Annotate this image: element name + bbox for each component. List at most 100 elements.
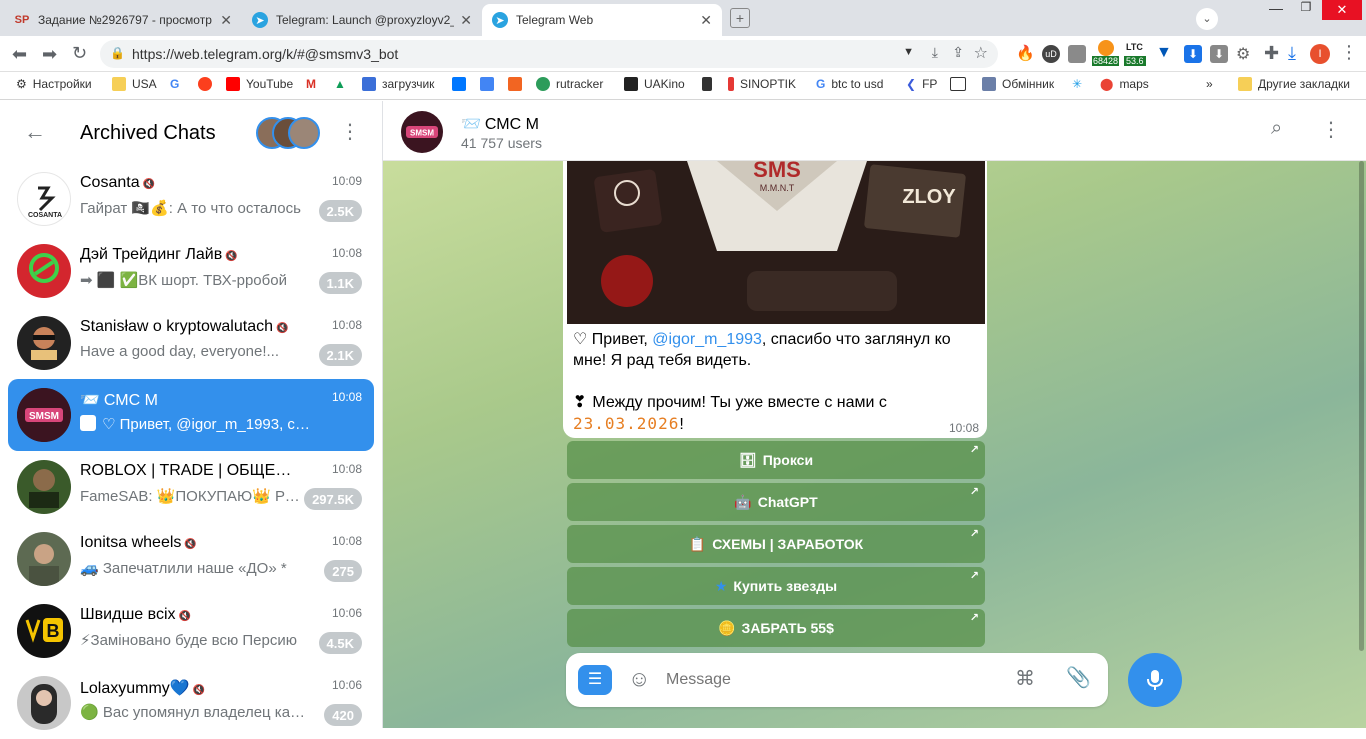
inline-button-claim[interactable]: 🪙 ЗАБРАТЬ 55$ ↗ xyxy=(567,609,985,647)
btc-extension[interactable]: 68428 xyxy=(1092,40,1122,68)
puzzle-extension-icon[interactable] xyxy=(1068,45,1086,63)
back-arrow-icon[interactable]: ⬅ xyxy=(12,44,27,65)
bookmark-label: Другие закладки xyxy=(1258,77,1350,91)
profile-avatar[interactable]: I xyxy=(1310,44,1330,64)
chat-list-item[interactable]: Lolaxyummy💙 🔇 10:06 🟢 Вас упомянул владел… xyxy=(8,667,374,739)
browser-tab-active[interactable]: ➤ Telegram Web ✕ xyxy=(482,4,722,36)
share-icon[interactable]: ⇪ xyxy=(952,44,964,61)
emoji-icon[interactable]: ☺ xyxy=(628,666,650,692)
bookmark-usa[interactable]: USA xyxy=(112,77,157,91)
extensions-puzzle-icon[interactable]: ✚ xyxy=(1264,43,1279,64)
fire-extension-icon[interactable]: 🔥 xyxy=(1016,44,1035,62)
message-input[interactable] xyxy=(658,665,998,695)
bookmark-settings[interactable]: ⚙ Настройки xyxy=(16,77,92,91)
tab-close-icon[interactable]: ✕ xyxy=(220,12,232,29)
message-image[interactable]: SMS M.M.N.T ZLOY xyxy=(567,161,985,324)
bookmark-maps[interactable]: ⬤ maps xyxy=(1100,77,1149,91)
microphone-button[interactable] xyxy=(1128,653,1182,707)
bookmark-downloader[interactable]: загрузчик xyxy=(362,77,434,91)
chat-title: СМС М xyxy=(103,392,158,409)
bookmark-rutracker[interactable]: rutracker xyxy=(536,77,603,91)
restore-icon[interactable]: ❐ xyxy=(1292,0,1320,20)
message-greeting: ♡ Привет, xyxy=(573,331,653,348)
chat-list-item[interactable]: Stanisław o kryptowalutach 🔇 10:08 Have a… xyxy=(8,307,374,379)
search-icon[interactable]: ⌕ xyxy=(1271,117,1282,140)
bookmark-uakino[interactable]: UAKino xyxy=(624,77,685,91)
kebab-menu-icon[interactable]: ⋮ xyxy=(1340,42,1358,63)
bookmark-btc-to-usd[interactable]: Gbtc to usd xyxy=(816,77,883,91)
svg-text:SMSM: SMSM xyxy=(29,411,59,422)
command-icon[interactable]: ⌘ xyxy=(1015,666,1035,691)
chat-area: SMSM 📨 СМС М 41 757 users ⌕ ⋮ SMS M.M.N.T… xyxy=(383,101,1366,728)
chat-header[interactable]: SMSM 📨 СМС М 41 757 users ⌕ ⋮ xyxy=(383,101,1366,161)
google-bookmark-icon[interactable]: G xyxy=(170,77,179,91)
tab-close-icon[interactable]: ✕ xyxy=(700,12,712,29)
install-icon[interactable]: ⤓ xyxy=(932,44,938,61)
chat-list-item-selected[interactable]: SMSM 📨 СМС М 10:08 ♡ Привет, @igor_m_1993… xyxy=(8,379,374,451)
message-line2: Между прочим! Ты уже вместе с нами с xyxy=(592,394,887,411)
inline-button-chatgpt[interactable]: 🤖 ChatGPT ↗ xyxy=(567,483,985,521)
close-window-icon[interactable]: ✕ xyxy=(1322,0,1362,20)
bookmark-label: btc to usd xyxy=(831,77,884,91)
minimize-icon[interactable]: — xyxy=(1262,0,1290,20)
star-bookmark-icon[interactable]: ☆ xyxy=(974,43,988,63)
f-bookmark[interactable] xyxy=(508,77,528,91)
bookmark-youtube[interactable]: YouTube xyxy=(226,77,293,91)
bot-menu-icon[interactable]: ☰ xyxy=(578,665,612,695)
chat-list-item[interactable]: ROBLOX | TRADE | ОБЩЕНИЕ | ЧАТ🔇 10:08 Fa… xyxy=(8,451,374,523)
browser-tab[interactable]: SP Задание №2926797 - просмотр з ✕ xyxy=(4,4,242,36)
drive-bookmark-icon[interactable]: ▲ xyxy=(334,77,346,91)
yandex-bookmark[interactable] xyxy=(198,77,218,91)
ltc-extension[interactable]: LTC 53.6 xyxy=(1124,40,1150,68)
new-tab-button[interactable]: + xyxy=(730,8,750,28)
vpn-extension-icon[interactable]: ▼ xyxy=(1156,44,1172,62)
chat-scrollbar[interactable] xyxy=(1359,161,1364,651)
unread-badge: 275 xyxy=(324,560,362,582)
reload-icon[interactable]: ↻ xyxy=(72,43,87,64)
asterisk-bookmark-icon[interactable]: ✳ xyxy=(1072,77,1082,91)
person-bookmark[interactable] xyxy=(702,77,718,91)
uakino-icon xyxy=(624,77,638,91)
bookmark-exchanger[interactable]: Обмінник xyxy=(982,77,1054,91)
inline-button-schemes[interactable]: 📋 СХЕМЫ | ЗАРАБОТОК ↗ xyxy=(567,525,985,563)
downloads-icon[interactable]: ⤓ xyxy=(1288,43,1296,64)
kebab-menu-icon[interactable]: ⋮ xyxy=(1321,117,1341,142)
other-bookmarks[interactable]: Другие закладки xyxy=(1238,77,1350,91)
ublock-extension-icon[interactable]: uD xyxy=(1042,45,1060,63)
browser-tab[interactable]: ➤ Telegram: Launch @proxyzloyv2_b ✕ xyxy=(242,4,482,36)
mention-link[interactable]: @igor_m_1993 xyxy=(652,331,762,348)
smsm-logo-icon: SMSM xyxy=(406,126,438,138)
forward-arrow-icon[interactable]: ➡ xyxy=(42,44,57,65)
stories-avatars[interactable] xyxy=(256,117,322,151)
bookmark-fp[interactable]: ❮ FP xyxy=(906,77,937,91)
inline-button-proxy[interactable]: 🗄 Прокси ↗ xyxy=(567,441,985,479)
vk-bookmark[interactable] xyxy=(452,77,472,91)
back-arrow-icon[interactable]: ← xyxy=(24,119,46,145)
chat-list-item[interactable]: COSANTA Cosanta 🔇 10:09 Гайрат 🏴‍☠️💰: А т… xyxy=(8,163,374,235)
avatar xyxy=(17,244,71,298)
tab-search-chevron-icon[interactable]: ⌄ xyxy=(1196,8,1218,30)
chat-name: Stanisław o kryptowalutach 🔇 xyxy=(80,318,300,336)
dropdown-triangle-icon[interactable]: ▼ xyxy=(903,46,914,58)
gmail-bookmark-icon[interactable]: M xyxy=(306,77,316,91)
address-bar[interactable]: 🔒 https://web.telegram.org/k/#@smsmv3_bo… xyxy=(100,40,998,68)
download-extension-icon[interactable]: ⬇ xyxy=(1184,45,1202,63)
tab-close-icon[interactable]: ✕ xyxy=(460,12,472,29)
kebab-menu-icon[interactable]: ⋮ xyxy=(340,119,360,144)
chat-title: 📨 СМС М xyxy=(461,114,539,134)
chat-avatar[interactable]: SMSM xyxy=(401,111,443,153)
translate-bookmark[interactable] xyxy=(480,77,500,91)
star-icon: ★ xyxy=(714,577,728,594)
bc-bookmark[interactable] xyxy=(950,77,972,91)
bookmark-sinoptik[interactable]: SINOPTIK xyxy=(728,77,796,91)
gear-extension-icon[interactable]: ⚙ xyxy=(1236,44,1250,64)
svg-text:SMS: SMS xyxy=(753,161,801,182)
attach-paperclip-icon[interactable]: 📎 xyxy=(1066,665,1091,690)
avatar xyxy=(17,460,71,514)
chat-list-item[interactable]: Ionitsa wheels 🔇 10:08 🚙 Запечатлили наше… xyxy=(8,523,374,595)
save-extension-icon[interactable]: ⬇ xyxy=(1210,45,1228,63)
inline-button-buy-stars[interactable]: ★ Купить звезды ↗ xyxy=(567,567,985,605)
chat-list-item[interactable]: B Швидше всіх 🔇 10:06 ⚡Заміновано буде вс… xyxy=(8,595,374,667)
more-bookmarks[interactable]: » xyxy=(1206,77,1213,91)
chat-list-item[interactable]: Дэй Трейдинг Лайв 🔇 10:08 ➡ ⬛ ✅ВК шорт. Т… xyxy=(8,235,374,307)
